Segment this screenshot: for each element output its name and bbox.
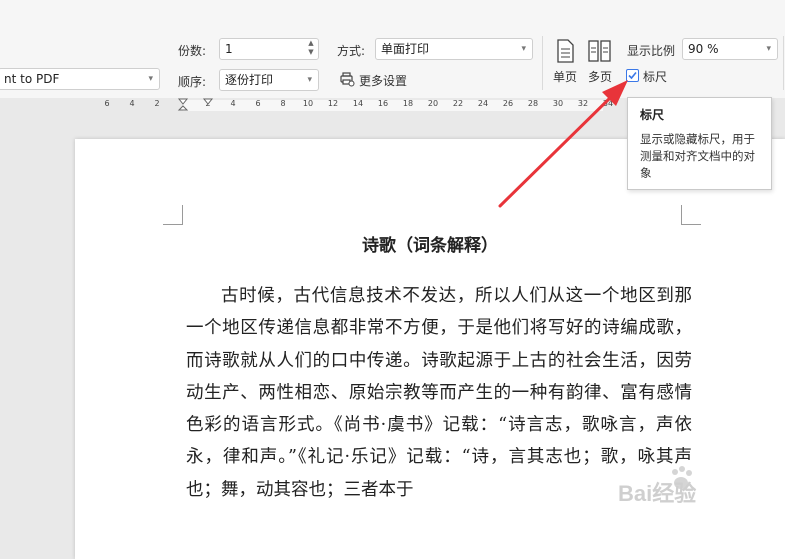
tooltip-text: 显示或隐藏标尺，用于测量和对齐文档中的对象 xyxy=(640,132,755,180)
tooltip-title: 标尺 xyxy=(640,108,665,122)
watermark-text: Bai经验 xyxy=(618,481,697,506)
ruler-tooltip: 标尺 显示或隐藏标尺，用于测量和对齐文档中的对象 xyxy=(627,97,772,190)
